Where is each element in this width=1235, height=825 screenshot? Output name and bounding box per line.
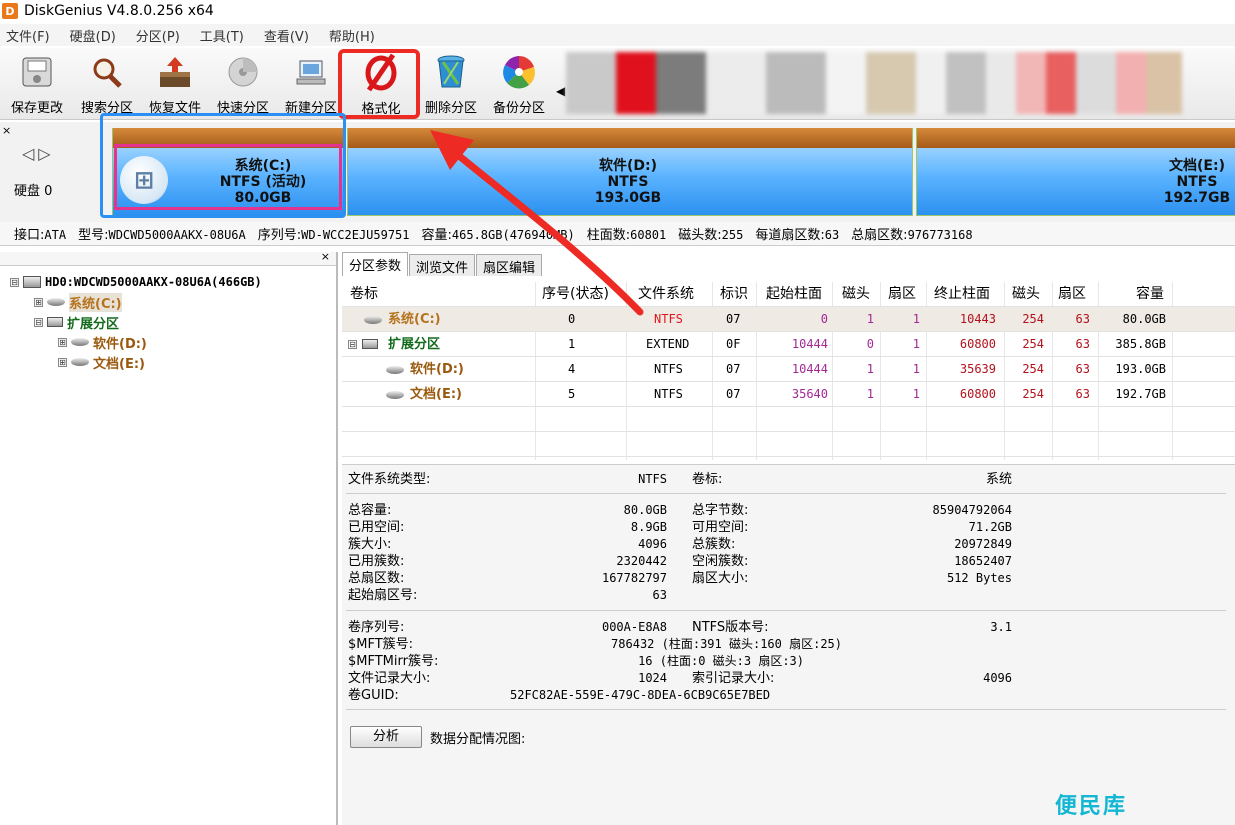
annotation-arrow-icon	[430, 130, 644, 316]
watermark-logo: 便民库	[1055, 794, 1128, 819]
